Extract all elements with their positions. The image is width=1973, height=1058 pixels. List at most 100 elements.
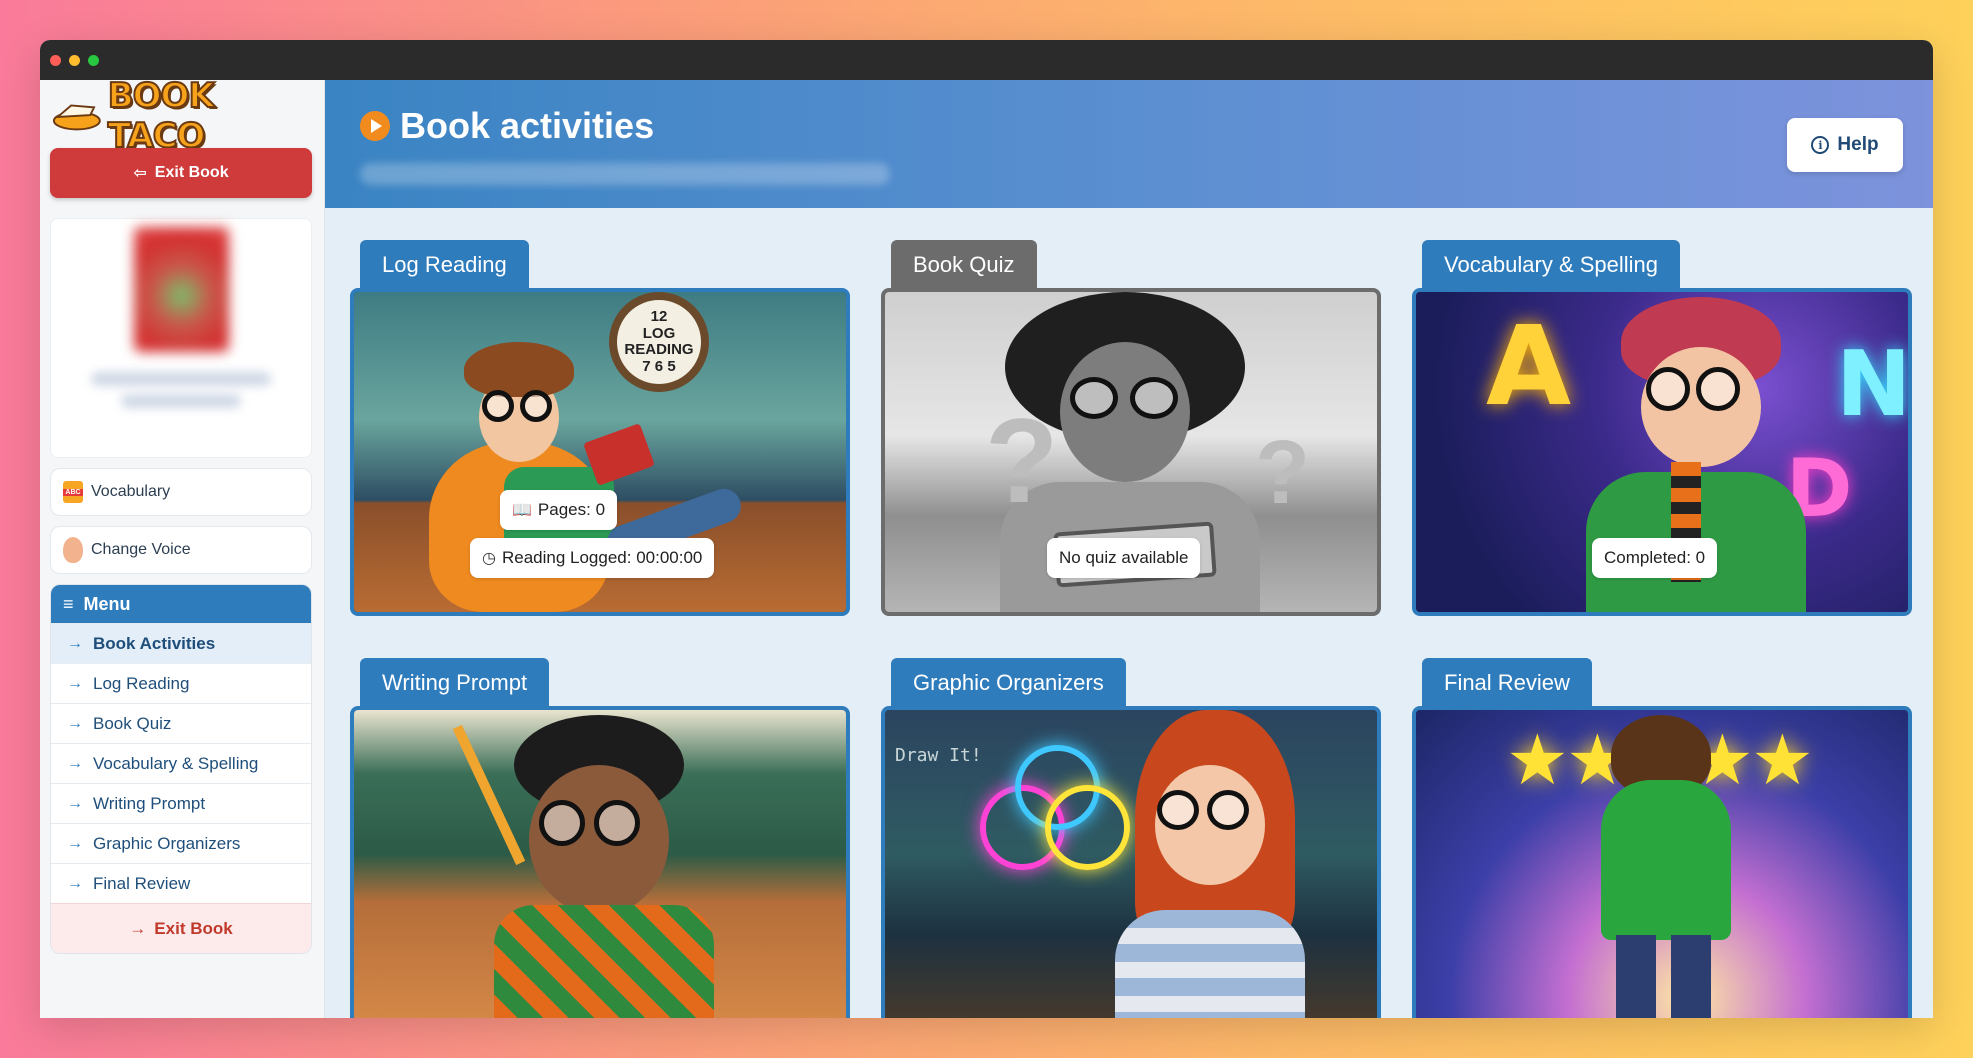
- hamburger-icon: ≡: [63, 593, 74, 614]
- activity-card-vocabulary-spelling[interactable]: Vocabulary & Spelling A N D Completed: 0: [1412, 240, 1912, 658]
- browser-window: BOOK TACO ⇦ Exit Book Vocabulary Change …: [40, 40, 1933, 1018]
- main-content: Book activities i Help Log Reading 12 LO…: [325, 80, 1933, 1018]
- arrow-right-icon: →: [67, 714, 83, 732]
- glasses-left: [539, 800, 585, 846]
- glasses-left: [1157, 790, 1199, 830]
- glasses-right: [1696, 367, 1740, 411]
- abc-block-icon: [63, 481, 83, 503]
- pages-badge: 📖 Pages: 0: [500, 490, 618, 530]
- neon-letter: A: [1486, 302, 1572, 430]
- book-author-blurred: [121, 394, 241, 408]
- menu-item-book-quiz[interactable]: → Book Quiz: [51, 703, 311, 743]
- writing-illustration: [354, 710, 846, 1018]
- card-image-frame[interactable]: ★ ★ ★ ★ ★: [1412, 706, 1912, 1018]
- boy-hair: [464, 342, 574, 397]
- taco-icon: [52, 104, 101, 131]
- menu-item-graphic-organizers[interactable]: → Graphic Organizers: [51, 823, 311, 863]
- app-logo[interactable]: BOOK TACO: [50, 75, 312, 157]
- change-voice-button[interactable]: Change Voice: [50, 526, 312, 574]
- card-tab[interactable]: Writing Prompt: [360, 658, 550, 708]
- menu-item-final-review[interactable]: → Final Review: [51, 863, 311, 903]
- glasses-right: [1207, 790, 1249, 830]
- arrow-right-icon: →: [67, 754, 83, 772]
- exit-book-button[interactable]: ⇦ Exit Book: [50, 148, 312, 198]
- question-mark-icon: ?: [1255, 423, 1310, 523]
- menu-item-label: Book Quiz: [93, 713, 172, 733]
- clock-word-reading: READING: [624, 341, 694, 358]
- reading-logged-time: Reading Logged: 00:00:00: [501, 548, 703, 567]
- card-tab[interactable]: Book Quiz: [891, 240, 1037, 290]
- page-title-row: Book activities: [360, 105, 1933, 147]
- vocabulary-label: Vocabulary: [91, 483, 171, 500]
- activity-card-log-reading[interactable]: Log Reading 12 LOG READING 7 6 5 📖 Pages…: [350, 240, 850, 658]
- card-tab[interactable]: Graphic Organizers: [891, 658, 1126, 708]
- maximize-window-button[interactable]: [88, 54, 99, 66]
- review-illustration: ★ ★ ★ ★ ★: [1416, 710, 1908, 1018]
- menu-item-label: Log Reading: [93, 673, 190, 693]
- completed-count: Completed: 0: [1604, 548, 1706, 567]
- quiz-status-badge: No quiz available: [1047, 538, 1201, 578]
- striped-sweater: [1115, 910, 1305, 1018]
- book-title-blurred: [91, 372, 271, 386]
- exit-icon: ⇦: [133, 165, 147, 182]
- change-voice-label: Change Voice: [91, 541, 191, 558]
- card-image-frame[interactable]: [350, 706, 850, 1018]
- activity-grid: Log Reading 12 LOG READING 7 6 5 📖 Pages…: [350, 240, 1920, 1018]
- menu-item-vocabulary-spelling[interactable]: → Vocabulary & Spelling: [51, 743, 311, 783]
- card-tab[interactable]: Vocabulary & Spelling: [1422, 240, 1681, 290]
- menu-item-label: Graphic Organizers: [93, 833, 241, 853]
- vocabulary-button[interactable]: Vocabulary: [50, 468, 312, 516]
- leg-left: [1616, 935, 1656, 1018]
- help-button[interactable]: i Help: [1787, 118, 1903, 172]
- play-icon: [360, 111, 390, 141]
- clock-outline-icon: ◷: [482, 550, 496, 567]
- voice-avatar-icon: [63, 537, 83, 563]
- menu-exit-book-button[interactable]: → Exit Book: [51, 903, 311, 953]
- page-header: Book activities i Help: [325, 80, 1933, 208]
- activity-card-graphic-organizers[interactable]: Graphic Organizers Draw It!: [881, 658, 1381, 1018]
- app-container: BOOK TACO ⇦ Exit Book Vocabulary Change …: [40, 75, 1933, 1018]
- activity-card-writing-prompt[interactable]: Writing Prompt: [350, 658, 850, 1018]
- clock-word-log: LOG: [642, 324, 676, 342]
- glasses-right: [520, 390, 552, 422]
- arrow-right-icon: →: [67, 874, 83, 892]
- organizer-illustration: Draw It!: [885, 710, 1377, 1018]
- glasses-left: [1646, 367, 1690, 411]
- card-tab[interactable]: Final Review: [1422, 658, 1592, 708]
- arrow-right-icon: →: [129, 918, 147, 938]
- book-cover-image: [133, 227, 229, 352]
- activity-card-book-quiz[interactable]: Book Quiz ? ? No quiz available: [881, 240, 1381, 658]
- pages-count: Pages: 0: [537, 500, 606, 519]
- card-tab[interactable]: Log Reading: [360, 240, 529, 290]
- venn-circle-yellow: [1045, 785, 1130, 870]
- star-icon: ★: [1506, 721, 1569, 799]
- card-image-frame[interactable]: Draw It!: [881, 706, 1381, 1018]
- activity-card-final-review[interactable]: Final Review ★ ★ ★ ★ ★: [1412, 658, 1912, 1018]
- glasses-right: [1130, 377, 1178, 419]
- completed-badge: Completed: 0: [1592, 538, 1718, 578]
- neon-letter: N: [1836, 332, 1912, 437]
- arrow-right-icon: →: [67, 834, 83, 852]
- menu-item-log-reading[interactable]: → Log Reading: [51, 663, 311, 703]
- menu-header: ≡ Menu: [51, 585, 311, 623]
- question-mark-icon: ?: [985, 394, 1059, 528]
- reading-logged-badge: ◷ Reading Logged: 00:00:00: [470, 538, 715, 578]
- glasses-right: [594, 800, 640, 846]
- arrow-right-icon: →: [67, 794, 83, 812]
- clock-top-number: 12: [650, 308, 668, 325]
- menu-item-label: Writing Prompt: [93, 793, 206, 813]
- chalkboard-text: Draw It!: [895, 745, 982, 766]
- menu-item-writing-prompt[interactable]: → Writing Prompt: [51, 783, 311, 823]
- close-window-button[interactable]: [50, 54, 61, 66]
- arrow-right-icon: →: [67, 634, 83, 652]
- minimize-window-button[interactable]: [69, 54, 80, 66]
- striped-scarf: [494, 905, 714, 1018]
- window-titlebar: [40, 40, 1933, 80]
- page-title: Book activities: [400, 105, 655, 146]
- menu-item-book-activities[interactable]: → Book Activities: [51, 623, 311, 663]
- menu-item-label: Book Activities: [93, 633, 216, 653]
- arrow-right-icon: →: [67, 674, 83, 692]
- glasses-left: [1070, 377, 1118, 419]
- menu-item-label: Vocabulary & Spelling: [93, 753, 259, 773]
- quiz-status-text: No quiz available: [1059, 548, 1189, 567]
